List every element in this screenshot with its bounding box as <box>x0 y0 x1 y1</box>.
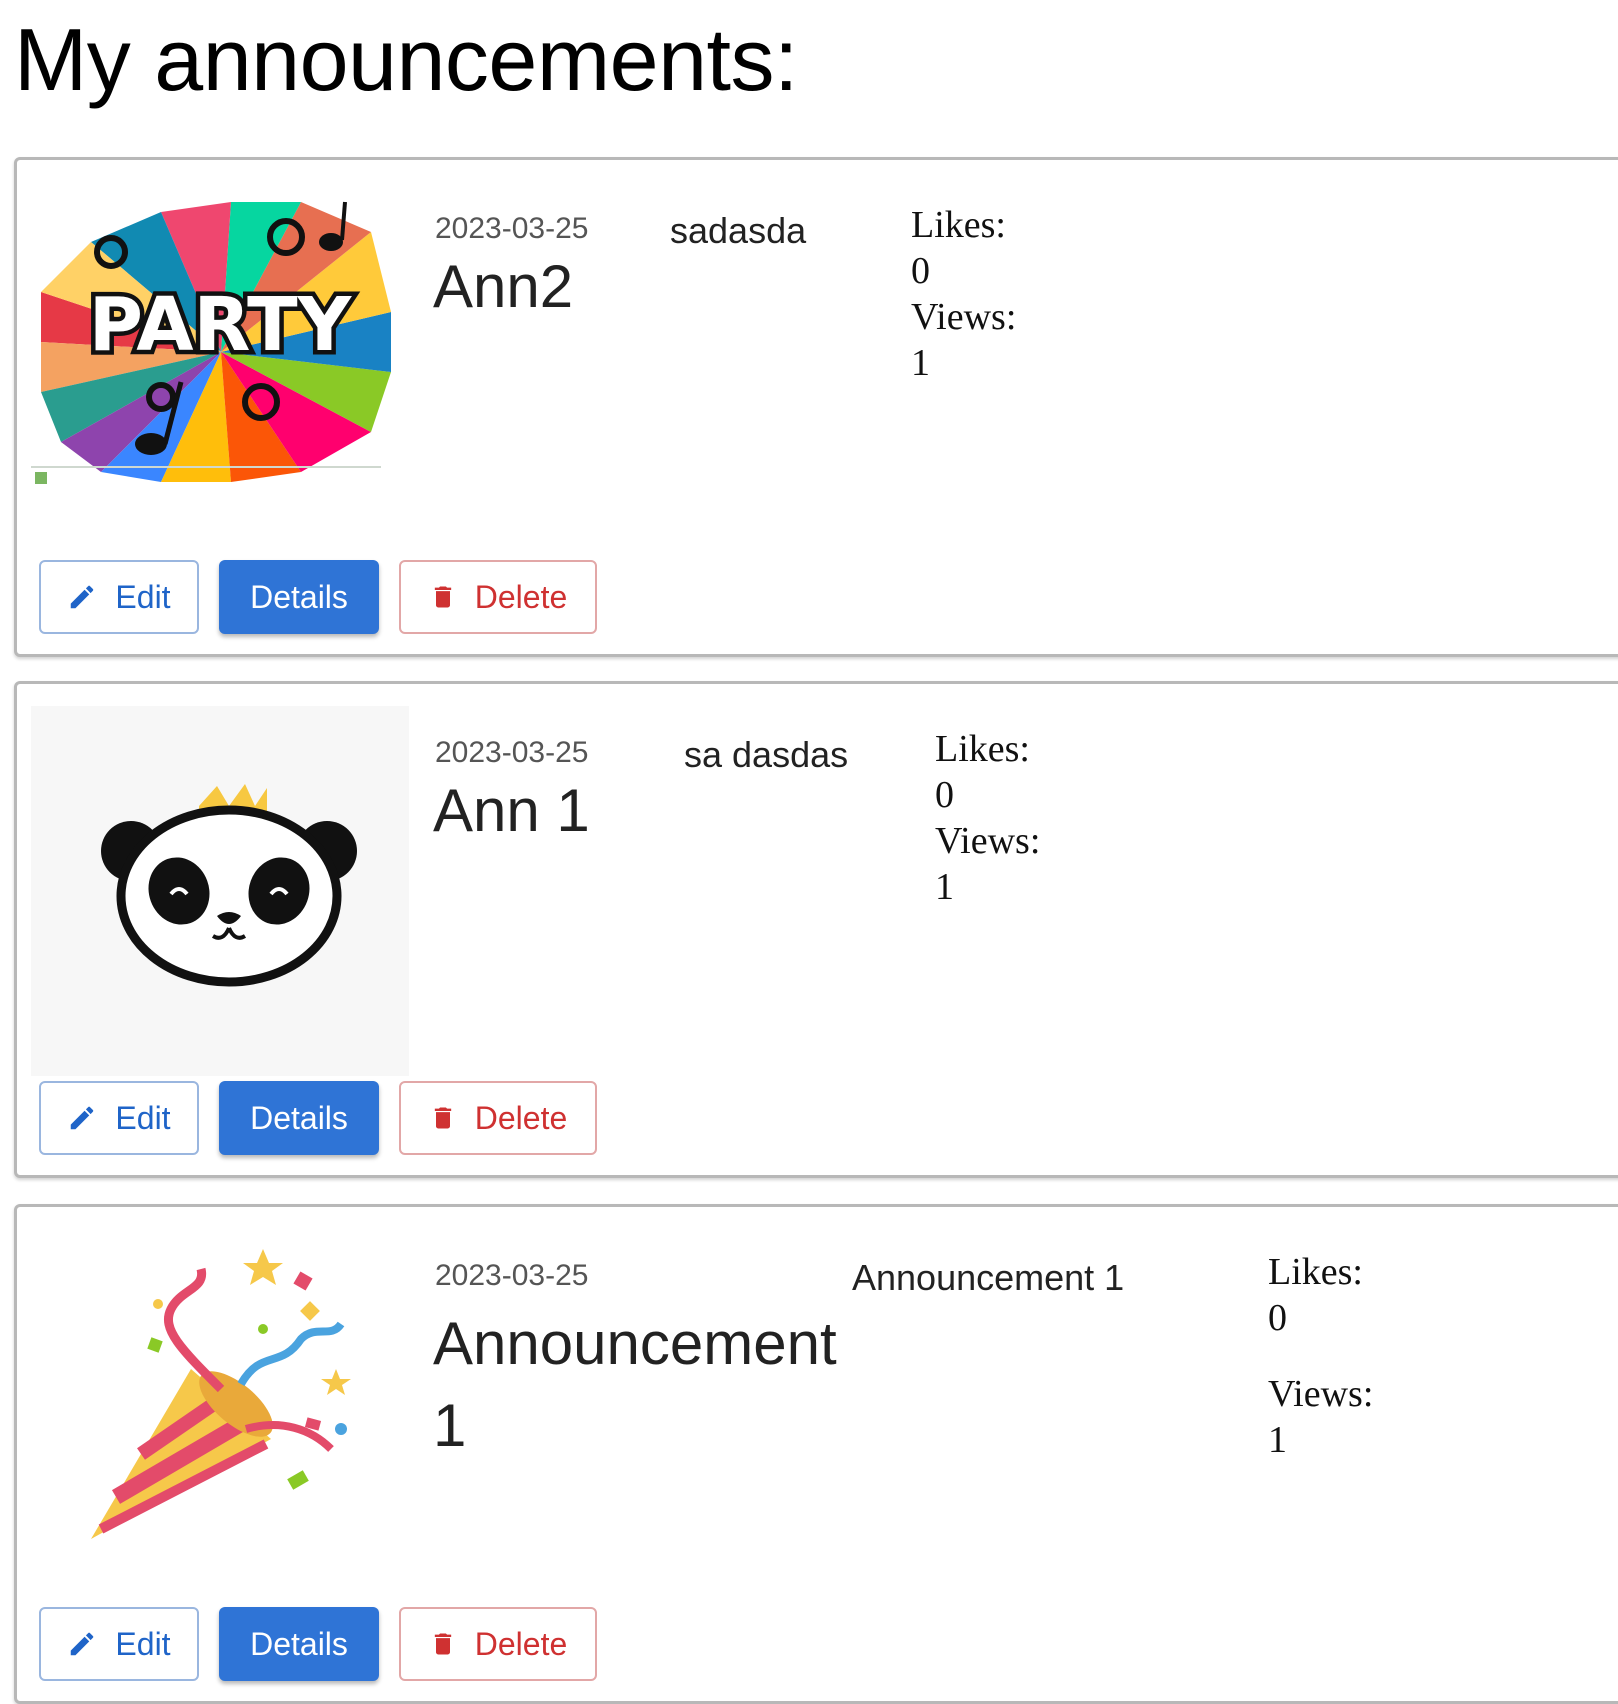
details-button-label: Details <box>250 1099 348 1136</box>
announcement-stats: Likes: 0 Views: 1 <box>1268 1249 1373 1463</box>
delete-button[interactable]: Delete <box>399 1607 597 1681</box>
announcement-date: 2023-03-25 <box>435 736 589 769</box>
details-button[interactable]: Details <box>219 1607 379 1681</box>
card-actions: Edit Details Delete <box>39 1081 597 1155</box>
stats-spacer <box>1268 1341 1373 1371</box>
announcement-description: sadasda <box>670 210 807 251</box>
announcement-card: 2023-03-25 Announcement 1 Announcement 1… <box>14 1204 1618 1704</box>
pencil-icon <box>67 1629 97 1659</box>
trash-icon <box>429 582 457 612</box>
delete-button[interactable]: Delete <box>399 1081 597 1155</box>
details-button-label: Details <box>250 578 348 615</box>
announcement-card: PARTY 2023-03-25 Ann2 sadasda Likes: 0 V… <box>14 157 1618 657</box>
details-button[interactable]: Details <box>219 560 379 634</box>
announcement-description: sa dasdas <box>684 734 849 775</box>
announcement-date: 2023-03-25 <box>435 1259 589 1292</box>
card-actions: Edit Details Delete <box>39 1607 597 1681</box>
likes-label: Likes: <box>1268 1251 1363 1293</box>
announcement-card: 2023-03-25 Ann 1 sa dasdas Likes: 0 View… <box>14 681 1618 1178</box>
views-count: 1 <box>1268 1419 1287 1461</box>
likes-count: 0 <box>935 774 954 816</box>
pencil-icon <box>67 1103 97 1133</box>
likes-label: Likes: <box>911 204 1006 246</box>
views-label: Views: <box>911 296 1017 338</box>
panda-with-crown-image <box>31 706 409 1076</box>
details-button[interactable]: Details <box>219 1081 379 1155</box>
party-popper-image <box>31 1229 409 1599</box>
views-count: 1 <box>911 342 930 384</box>
delete-button-label: Delete <box>474 1625 568 1662</box>
edit-button[interactable]: Edit <box>39 1607 199 1681</box>
announcement-stats: Likes: 0 Views: 1 <box>935 726 1040 910</box>
edit-button-label: Edit <box>115 1625 171 1662</box>
announcement-title: Ann 1 <box>433 777 590 844</box>
edit-button[interactable]: Edit <box>39 1081 199 1155</box>
delete-button-label: Delete <box>474 1099 568 1136</box>
likes-label: Likes: <box>935 728 1030 770</box>
party-banner-image: PARTY <box>31 182 409 552</box>
delete-button-label: Delete <box>474 578 568 615</box>
card-actions: Edit Details Delete <box>39 560 597 634</box>
announcement-stats: Likes: 0 Views: 1 <box>911 202 1016 386</box>
views-label: Views: <box>1268 1373 1374 1415</box>
announcement-description: Announcement 1 <box>852 1257 1125 1298</box>
party-banner-text: PARTY <box>89 282 353 368</box>
trash-icon <box>429 1629 457 1659</box>
announcement-date: 2023-03-25 <box>435 212 589 245</box>
pencil-icon <box>67 582 97 612</box>
edit-button[interactable]: Edit <box>39 560 199 634</box>
announcement-title: Announcement 1 <box>433 1310 837 1459</box>
edit-button-label: Edit <box>115 1099 171 1136</box>
likes-count: 0 <box>1268 1297 1287 1339</box>
page-title: My announcements: <box>14 10 798 109</box>
edit-button-label: Edit <box>115 578 171 615</box>
views-label: Views: <box>935 820 1041 862</box>
views-count: 1 <box>935 866 954 908</box>
trash-icon <box>429 1103 457 1133</box>
details-button-label: Details <box>250 1625 348 1662</box>
announcement-title: Ann2 <box>433 253 574 320</box>
delete-button[interactable]: Delete <box>399 560 597 634</box>
likes-count: 0 <box>911 250 930 292</box>
